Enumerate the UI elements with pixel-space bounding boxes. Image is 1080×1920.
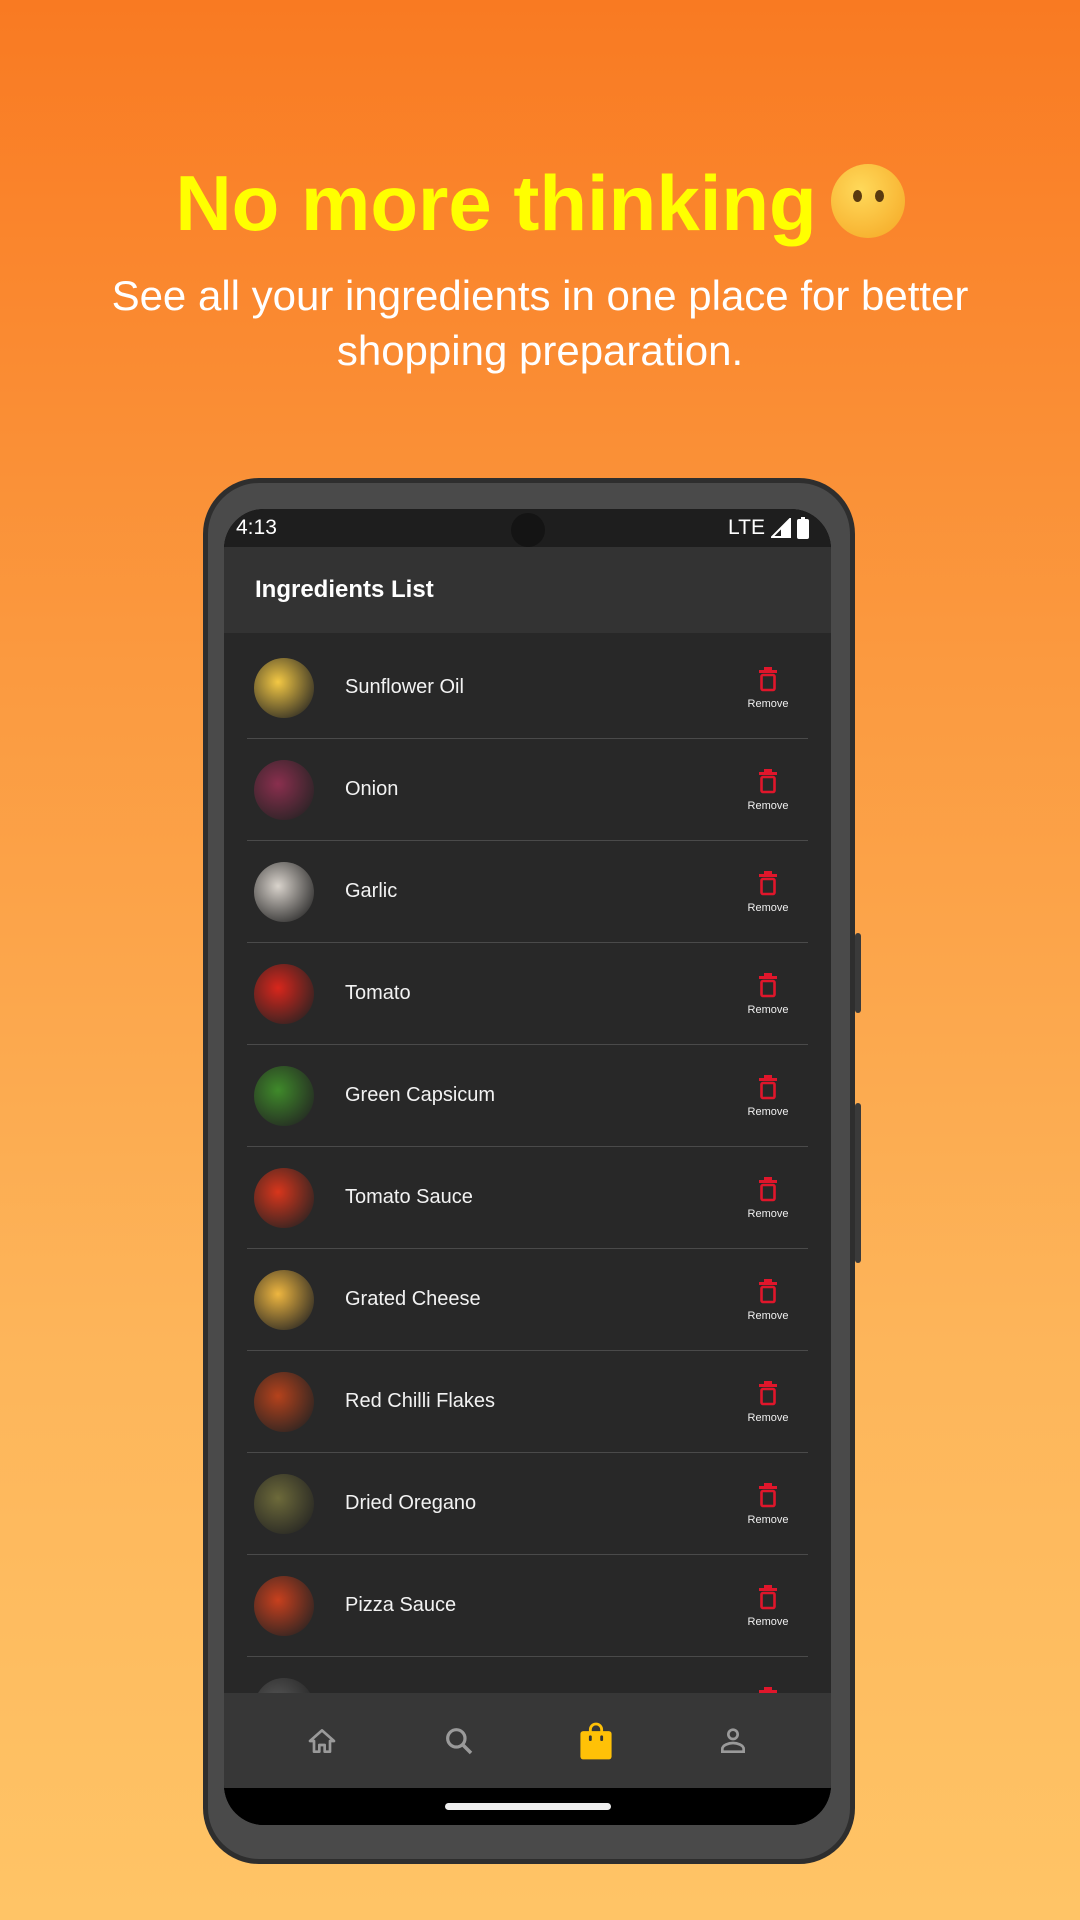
ingredient-image [254,1167,314,1228]
remove-button[interactable]: Remove [728,1380,808,1424]
trash-icon [759,1278,777,1303]
ingredient-row: Tomato Sauce Remove [247,1147,808,1249]
subtitle: See all your ingredients in one place fo… [111,272,969,374]
network-label: LTE [728,516,765,539]
remove-button[interactable]: Remove [728,1584,808,1628]
ingredient-row: Sunflower Oil Remove [247,637,808,739]
nav-home[interactable] [292,1725,352,1757]
signal-icon [771,518,791,538]
ingredient-row: Tomato Remove [247,943,808,1045]
trash-icon [759,1482,777,1507]
ingredient-name: Grated Cheese [345,1288,481,1310]
remove-label: Remove [747,1513,789,1526]
ingredient-name: Sunflower Oil [345,676,464,698]
ingredient-image [254,759,314,820]
ingredients-list[interactable]: Sunflower Oil Remove Onion Remove Garlic… [224,633,831,1693]
ingredient-image [254,1677,314,1693]
gesture-bar [224,1788,831,1825]
remove-button[interactable]: Remove [728,768,808,812]
home-indicator[interactable] [444,1803,611,1810]
ingredient-image [254,1473,314,1534]
ingredient-row: Onion Remove [247,739,808,841]
trash-icon [759,1176,777,1201]
ingredient-image [254,963,314,1024]
nav-profile[interactable] [703,1725,763,1757]
remove-button[interactable]: Remove [728,1686,808,1694]
status-bar: 4:13 LTE [224,509,831,547]
shopping-bag-icon [580,1722,612,1759]
remove-label: Remove [747,901,789,914]
remove-button[interactable]: Remove [728,1074,808,1118]
person-icon [720,1727,745,1753]
ingredient-image [254,1371,314,1432]
remove-button[interactable]: Remove [728,870,808,914]
remove-label: Remove [747,1309,789,1322]
trash-icon [759,666,777,691]
trash-icon [759,1686,777,1693]
remove-button[interactable]: Remove [728,666,808,710]
remove-label: Remove [747,1003,789,1016]
remove-button[interactable]: Remove [728,1482,808,1526]
ingredient-name: Red Chilli Flakes [345,1390,496,1412]
phone-screen: 4:13 LTE Ingredients List Sunflower Oil … [224,509,831,1825]
trash-icon [759,972,777,997]
thinking-face-icon [830,164,905,238]
ingredient-row: Green Capsicum Remove [247,1045,808,1147]
remove-label: Remove [747,1411,789,1424]
home-icon [309,1728,336,1753]
bottom-nav [224,1693,831,1788]
remove-label: Remove [747,697,789,710]
ingredient-row: Remove [247,1657,808,1693]
trash-icon [759,1074,777,1099]
ingredient-image [254,657,314,718]
remove-button[interactable]: Remove [728,972,808,1016]
app-bar-title: Ingredients List [224,547,831,633]
nav-shopping[interactable] [566,1721,626,1761]
remove-button[interactable]: Remove [728,1278,808,1322]
phone-frame: 4:13 LTE Ingredients List Sunflower Oil … [203,478,861,1864]
nav-search[interactable] [429,1725,489,1757]
trash-icon [759,1584,777,1609]
trash-icon [759,768,777,793]
ingredient-name: Dried Oregano [345,1492,477,1514]
ingredient-image [254,1575,314,1636]
remove-label: Remove [747,1105,789,1118]
status-time: 4:13 [236,516,277,539]
search-icon [446,1727,473,1754]
ingredient-name: Tomato [345,982,411,1004]
ingredient-name: Green Capsicum [345,1084,496,1106]
ingredient-row: Pizza Sauce Remove [247,1555,808,1657]
headline: No more thinking [0,158,1080,249]
trash-icon [759,870,777,895]
remove-label: Remove [747,1615,789,1628]
ingredient-row: Grated Cheese Remove [247,1249,808,1351]
ingredient-name: Pizza Sauce [345,1594,457,1616]
battery-icon [797,517,809,539]
volume-button [855,933,861,1013]
remove-button[interactable]: Remove [728,1176,808,1220]
ingredient-name: Garlic [345,880,398,902]
camera-cutout [511,513,545,547]
ingredient-name: Tomato Sauce [345,1186,473,1208]
remove-label: Remove [747,1207,789,1220]
ingredient-row: Garlic Remove [247,841,808,943]
ingredient-image [254,861,314,922]
ingredient-row: Red Chilli Flakes Remove [247,1351,808,1453]
ingredient-name: Onion [345,778,399,800]
ingredient-row: Dried Oregano Remove [247,1453,808,1555]
remove-label: Remove [747,799,789,812]
ingredient-image [254,1065,314,1126]
trash-icon [759,1380,777,1405]
power-button [855,1103,861,1263]
ingredient-image [254,1269,314,1330]
